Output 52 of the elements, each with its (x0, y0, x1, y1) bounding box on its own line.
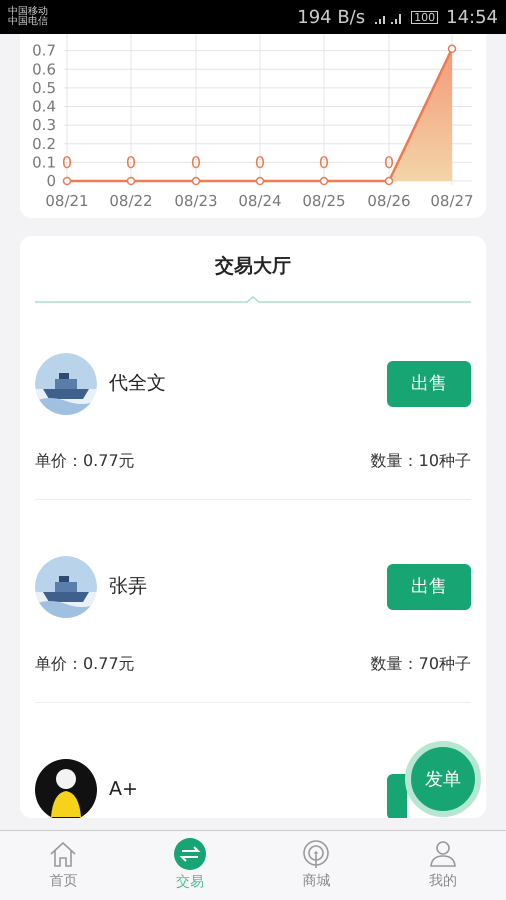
axis-tick-label: 0.1 (32, 153, 56, 172)
axis-tick-label: 08/26 (367, 192, 411, 210)
data-label: 0 (190, 153, 202, 172)
data-point (62, 176, 72, 186)
carrier-label: 中国电信 (8, 17, 48, 27)
axis-tick-label: 08/23 (174, 192, 218, 210)
quantity: 数量：70种子 (370, 652, 471, 674)
nav-tab[interactable]: 交易 (126, 831, 253, 900)
unit-price: 单价：0.77元 (35, 652, 135, 674)
data-label: 0 (384, 153, 394, 172)
user-name: A+ (109, 777, 139, 802)
data-point (126, 176, 136, 186)
data-point (448, 44, 456, 54)
axis-tick-label: 08/25 (302, 192, 346, 210)
nav-tab[interactable]: 首页 (0, 831, 126, 900)
axis-tick-label: 0.6 (32, 60, 56, 78)
axis-tick-label: 0.3 (32, 116, 56, 134)
data-label: 0 (254, 153, 266, 172)
axis-tick-label: 0.7 (32, 42, 56, 60)
user-name: 张弄 (109, 574, 148, 600)
data-point (320, 176, 328, 186)
user-name: 代全文 (109, 371, 167, 396)
axis-tick-label: 0.5 (32, 78, 56, 97)
sell-button[interactable] (387, 774, 407, 818)
axis-tick-label: 0.4 (32, 98, 56, 116)
data-label: 0 (62, 153, 72, 172)
home-icon (48, 839, 78, 869)
nav-tab[interactable]: 我的 (380, 831, 506, 900)
user-icon (428, 839, 458, 869)
axis-tick-label: 0 (46, 172, 56, 190)
sell-button[interactable]: 出售 (387, 360, 471, 406)
section-title: 交易大厅 (215, 254, 291, 279)
data-label: 0 (318, 153, 330, 172)
data-point (256, 176, 264, 186)
axis-tick-label: 0.2 (32, 134, 56, 153)
clock: 14:54 (446, 6, 498, 30)
data-point (192, 176, 200, 186)
axis-tick-label: 08/27 (430, 192, 474, 210)
swap-icon (174, 838, 206, 870)
network-speed: 194 B/s (297, 6, 366, 30)
quantity: 数量：10种子 (370, 450, 471, 472)
carrier-label: 中国移动 (8, 7, 48, 17)
broadcast-icon (301, 839, 332, 869)
data-point (384, 176, 394, 186)
axis-tick-label: 08/21 (45, 192, 89, 210)
battery-indicator: 100 (411, 10, 438, 24)
axis-tick-label: 08/22 (109, 192, 153, 210)
nav-tab[interactable]: 商城 (253, 831, 380, 900)
data-label: 0 (126, 153, 136, 172)
axis-tick-label: 08/24 (238, 192, 282, 210)
sell-button[interactable]: 出售 (387, 564, 471, 610)
unit-price: 单价：0.77元 (35, 450, 135, 472)
